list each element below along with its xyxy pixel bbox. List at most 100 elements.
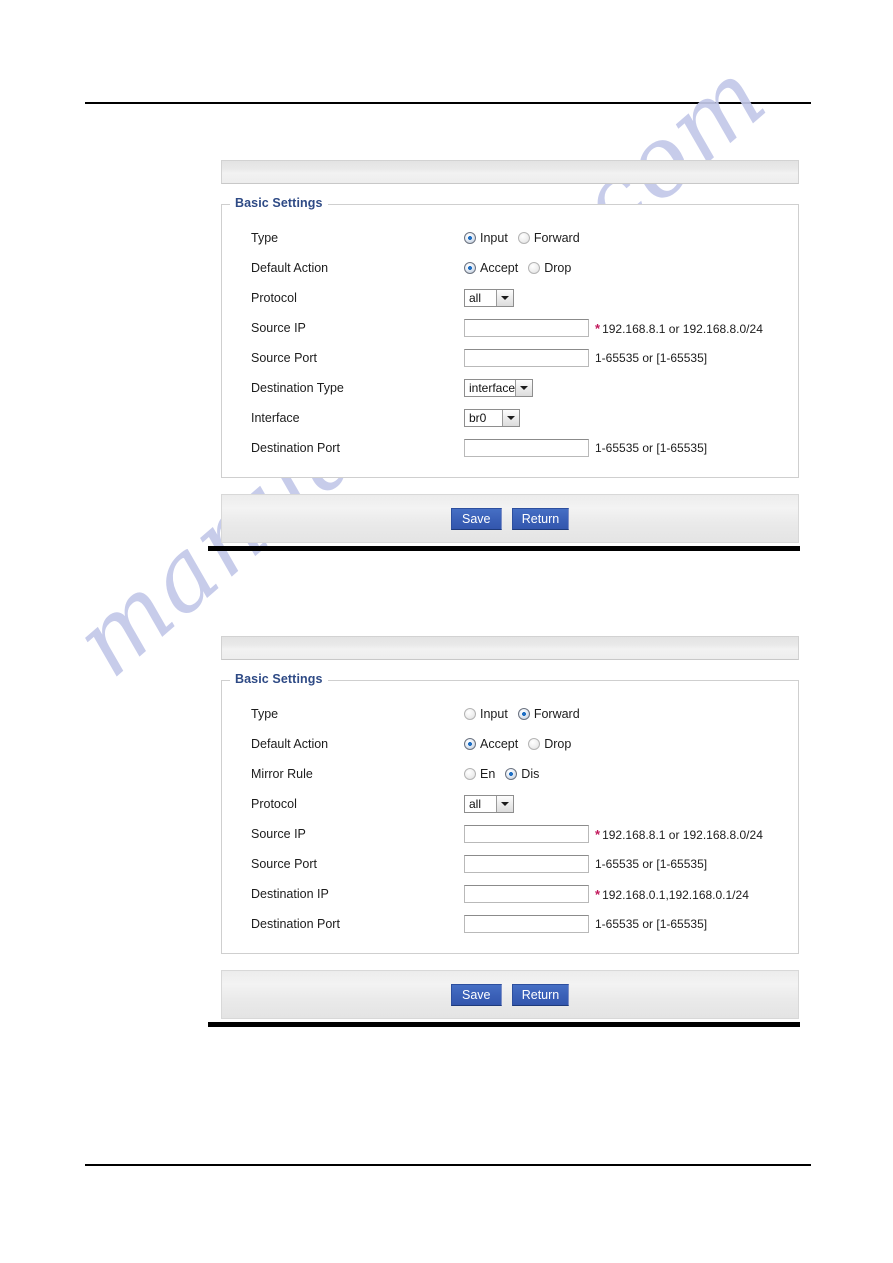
control-type: Input Forward: [464, 707, 798, 721]
label-interface: Interface: [251, 410, 300, 425]
chevron-down-icon[interactable]: [496, 796, 513, 812]
hint-destination-port: 1-65535 or [1-65535]: [595, 917, 707, 931]
radio-checked-icon[interactable]: [517, 708, 530, 720]
input-source-ip[interactable]: [464, 825, 589, 843]
settings-row-source-port: Source Port 1-65535 or [1-65535]: [222, 849, 798, 879]
radio-unchecked-icon[interactable]: [464, 768, 476, 780]
settings-row-destination-port: Destination Port 1-65535 or [1-65535]: [222, 909, 798, 939]
panel-titlebar: [221, 636, 799, 660]
settings-row-destination-port: Destination Port 1-65535 or [1-65535]: [222, 433, 798, 463]
radio-group-type: Input Forward: [464, 707, 583, 721]
radio-label: Accept: [480, 261, 519, 275]
settings-row-mirror-rule: Mirror Rule En Dis: [222, 759, 798, 789]
settings-rows: Type Input Forward Default Action Accept Drop…: [222, 205, 798, 477]
radio-group-mirror-rule: En Dis: [464, 767, 542, 781]
hint-text: 192.168.8.1 or 192.168.8.0/24: [602, 321, 763, 336]
settings-row-default-action: Default Action Accept Drop: [222, 253, 798, 283]
hint-text: 1-65535 or [1-65535]: [595, 857, 708, 871]
settings-rows: Type Input Forward Default Action Accept Drop…: [222, 681, 798, 953]
label-mirror-rule: Mirror Rule: [251, 766, 313, 781]
control-destination-type: interface: [464, 379, 798, 397]
section-divider-rule: [208, 1022, 800, 1027]
radio-label: Drop: [544, 261, 572, 275]
settings-row-type: Type Input Forward: [222, 699, 798, 729]
save-button[interactable]: Save: [450, 507, 502, 530]
label-source-ip: Source IP: [251, 826, 306, 841]
control-destination-port: 1-65535 or [1-65535]: [464, 915, 798, 933]
chevron-down-icon[interactable]: [496, 290, 513, 306]
input-source-ip[interactable]: [464, 319, 589, 337]
return-button[interactable]: Return: [511, 983, 570, 1006]
basic-settings-fieldset: Basic Settings Type Input Forward Default A…: [221, 196, 799, 478]
control-source-port: 1-65535 or [1-65535]: [464, 349, 798, 367]
radio-type-input[interactable]: Input: [464, 231, 511, 245]
label-destination-port: Destination Port: [251, 916, 340, 931]
radio-unchecked-icon[interactable]: [517, 232, 530, 244]
settings-row-destination-type: Destination Type interface: [222, 373, 798, 403]
radio-unchecked-icon[interactable]: [528, 262, 541, 274]
radio-type-input[interactable]: Input: [464, 707, 511, 721]
radio-default-action-accept[interactable]: Accept: [464, 737, 521, 751]
label-destination-type: Destination Type: [251, 380, 344, 395]
save-button[interactable]: Save: [450, 983, 502, 1006]
input-destination-port[interactable]: [464, 439, 589, 457]
radio-type-forward[interactable]: Forward: [517, 707, 583, 721]
return-button[interactable]: Return: [511, 507, 570, 530]
radio-label: Accept: [480, 737, 519, 751]
control-protocol: all: [464, 289, 798, 307]
select-destination-type[interactable]: interface: [464, 379, 533, 397]
chevron-down-icon[interactable]: [502, 410, 519, 426]
select-value: interface: [469, 381, 516, 395]
radio-mirror-rule-en[interactable]: En: [464, 767, 498, 781]
settings-row-interface: Interface br0: [222, 403, 798, 433]
forward-rule-panel: Basic Settings Type Input Forward Default A…: [221, 636, 799, 1019]
hint-source-port: 1-65535 or [1-65535]: [595, 351, 707, 365]
basic-settings-legend: Basic Settings: [230, 672, 328, 686]
radio-unchecked-icon[interactable]: [528, 738, 541, 750]
radio-unchecked-icon[interactable]: [464, 708, 476, 720]
basic-settings-fieldset: Basic Settings Type Input Forward Default A…: [221, 672, 799, 954]
input-source-port[interactable]: [464, 349, 589, 367]
control-type: Input Forward: [464, 231, 798, 245]
label-default-action: Default Action: [251, 736, 329, 751]
panel-titlebar: [221, 160, 799, 184]
select-value: all: [469, 797, 482, 811]
radio-label: Forward: [533, 231, 580, 245]
radio-label: Drop: [544, 737, 572, 751]
control-default-action: Accept Drop: [464, 737, 798, 751]
control-protocol: all: [464, 795, 798, 813]
radio-mirror-rule-dis[interactable]: Dis: [505, 767, 542, 781]
radio-checked-icon[interactable]: [464, 232, 476, 244]
control-interface: br0: [464, 409, 798, 427]
select-protocol[interactable]: all: [464, 795, 514, 813]
settings-row-protocol: Protocol all: [222, 283, 798, 313]
required-marker: *: [595, 886, 601, 902]
basic-settings-legend: Basic Settings: [230, 196, 328, 210]
radio-label: Input: [480, 231, 508, 245]
label-protocol: Protocol: [251, 796, 297, 811]
radio-label: En: [480, 767, 496, 781]
select-interface[interactable]: br0: [464, 409, 520, 427]
input-source-port[interactable]: [464, 855, 589, 873]
radio-default-action-drop[interactable]: Drop: [528, 261, 574, 275]
radio-type-forward[interactable]: Forward: [517, 231, 583, 245]
hint-destination-ip: * 192.168.0.1,192.168.0.1/24: [595, 887, 749, 902]
label-protocol: Protocol: [251, 290, 297, 305]
radio-label: Input: [480, 707, 508, 721]
control-destination-ip: * 192.168.0.1,192.168.0.1/24: [464, 885, 798, 903]
radio-checked-icon[interactable]: [464, 738, 476, 750]
input-destination-port[interactable]: [464, 915, 589, 933]
radio-default-action-accept[interactable]: Accept: [464, 261, 521, 275]
select-protocol[interactable]: all: [464, 289, 514, 307]
radio-checked-icon[interactable]: [505, 768, 518, 780]
hint-text: 192.168.0.1,192.168.0.1/24: [602, 887, 749, 902]
label-destination-ip: Destination IP: [251, 886, 329, 901]
label-type: Type: [251, 706, 279, 721]
control-source-port: 1-65535 or [1-65535]: [464, 855, 798, 873]
input-destination-ip[interactable]: [464, 885, 589, 903]
hint-source-ip: * 192.168.8.1 or 192.168.8.0/24: [595, 827, 763, 842]
radio-checked-icon[interactable]: [464, 262, 476, 274]
radio-default-action-drop[interactable]: Drop: [528, 737, 574, 751]
chevron-down-icon[interactable]: [515, 380, 532, 396]
panel-button-bar: Save Return: [221, 970, 799, 1019]
